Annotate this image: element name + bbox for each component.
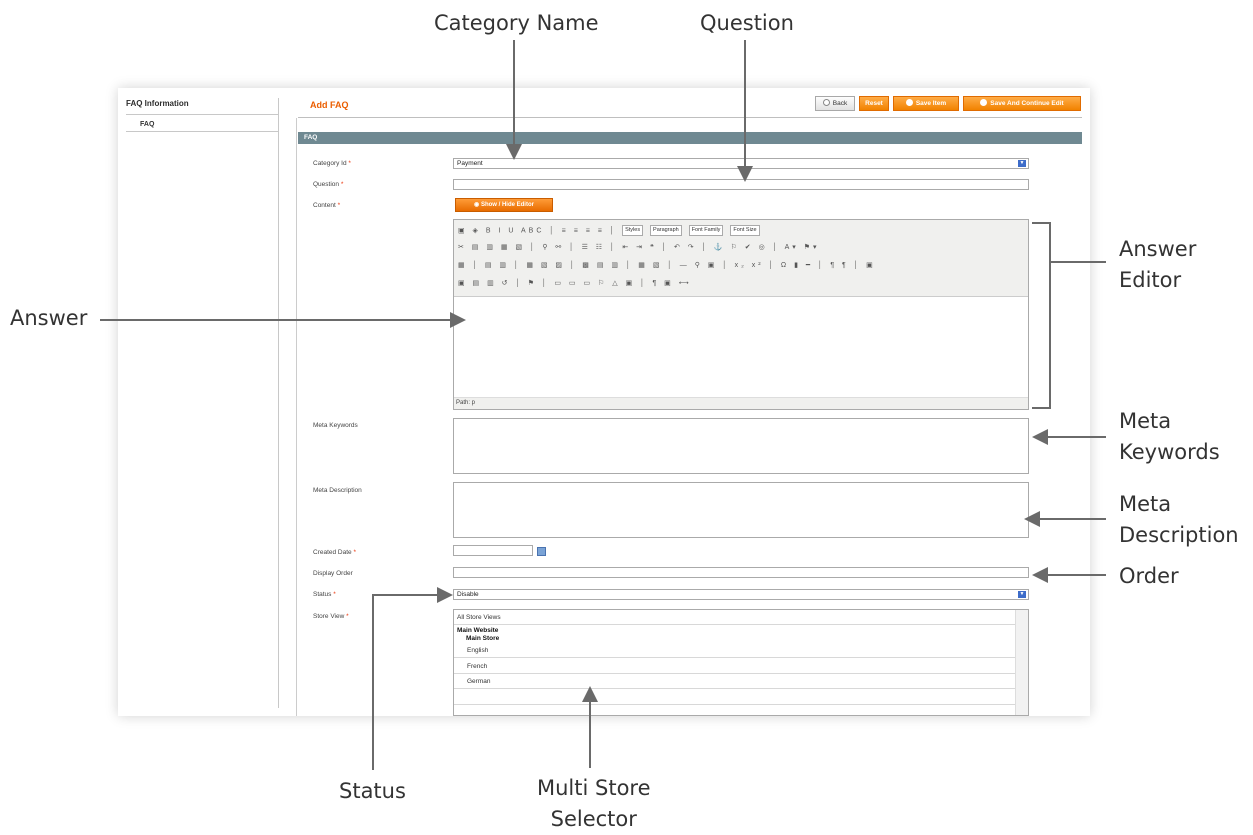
bracket-answer-editor: [1032, 222, 1051, 409]
annotation-layer: [100, 40, 1106, 770]
arrow-status: [372, 587, 453, 770]
